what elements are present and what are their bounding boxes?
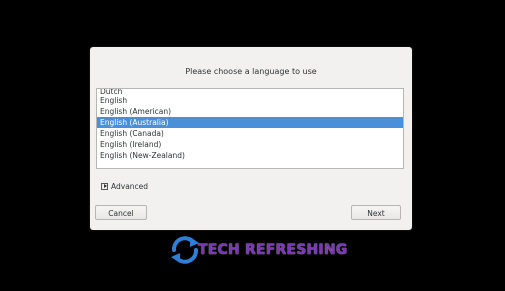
- expander-arrow-icon: [101, 182, 108, 190]
- language-list[interactable]: Dutch English English (American) English…: [96, 88, 404, 169]
- watermark-logo: TECH REFRESHING: [168, 233, 347, 267]
- language-item-english-new-zealand[interactable]: English (New-Zealand): [97, 150, 403, 161]
- language-item-english-american[interactable]: English (American): [97, 106, 403, 117]
- language-item-english-canada[interactable]: English (Canada): [97, 128, 403, 139]
- language-item-english-australia[interactable]: English (Australia): [97, 117, 403, 128]
- refresh-arrows-icon: [171, 236, 199, 264]
- language-item-english[interactable]: English: [97, 95, 403, 106]
- next-button[interactable]: Next: [351, 205, 401, 220]
- advanced-label: Advanced: [111, 181, 149, 191]
- language-item-english-ireland[interactable]: English (Ireland): [97, 139, 403, 150]
- cancel-button[interactable]: Cancel: [95, 205, 147, 220]
- dialog-prompt: Please choose a language to use: [185, 67, 317, 76]
- language-dialog: Please choose a language to use Dutch En…: [90, 47, 412, 230]
- watermark-text: TECH REFRESHING: [198, 242, 348, 258]
- advanced-expander[interactable]: Advanced: [101, 180, 148, 192]
